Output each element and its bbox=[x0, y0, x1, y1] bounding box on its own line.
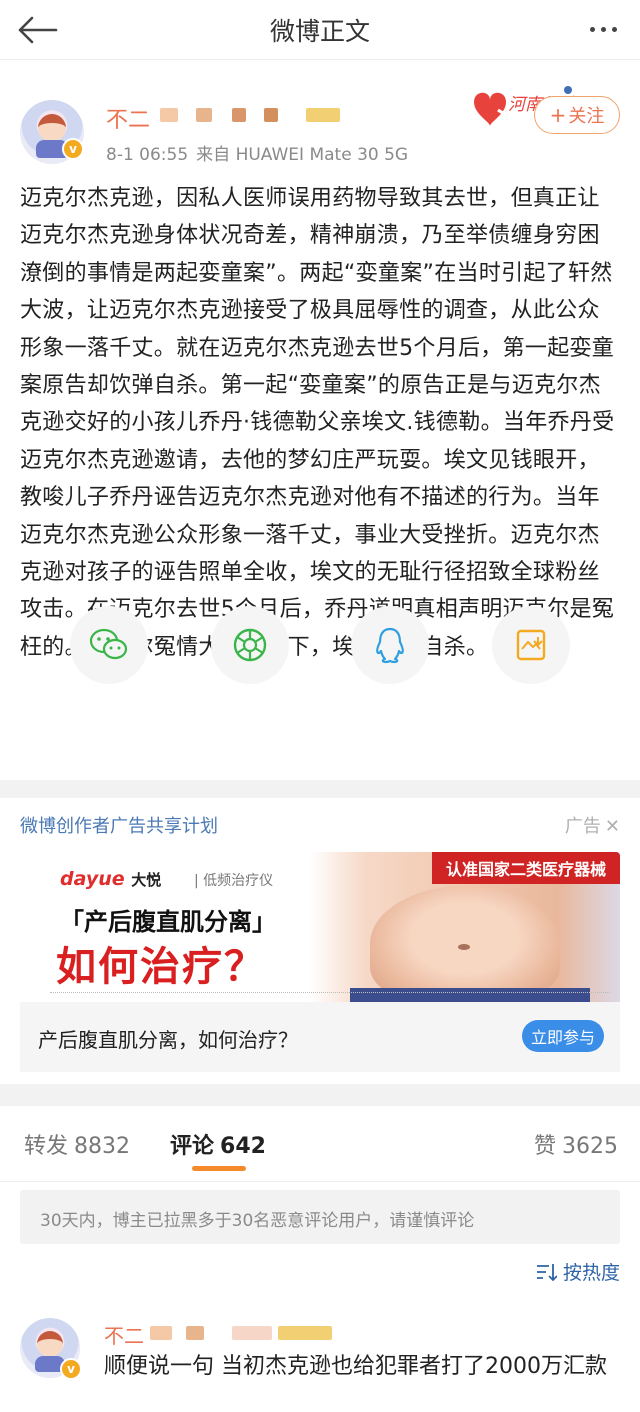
ad-card[interactable]: 微博创作者广告共享计划 广告 ✕ dayue 大悦 | 低频治疗仪 认准国家二类医… bbox=[0, 798, 640, 1078]
sort-by-hot-button[interactable]: 按热度 bbox=[535, 1258, 620, 1285]
save-image-icon bbox=[516, 629, 546, 661]
name-mosaic bbox=[232, 108, 246, 122]
post-meta: 8-1 06:55 来自 HUAWEI Mate 30 5G bbox=[106, 140, 408, 165]
ad-tag[interactable]: 广告 ✕ bbox=[565, 812, 620, 838]
ad-tag-label: 广告 bbox=[564, 816, 601, 837]
post-source: 来自 HUAWEI Mate 30 5G bbox=[196, 145, 409, 165]
more-dot-icon bbox=[589, 26, 595, 32]
name-mosaic bbox=[160, 108, 178, 122]
sort-icon bbox=[536, 1263, 557, 1281]
name-mosaic bbox=[232, 1326, 272, 1340]
follow-label: 关注 bbox=[568, 106, 605, 127]
share-row bbox=[0, 606, 640, 686]
wechat-icon bbox=[89, 628, 128, 660]
notice-text: 30天内，博主已拉黑多于30名恶意评论用户，请谨慎评论 bbox=[40, 1211, 475, 1231]
more-options-button[interactable] bbox=[580, 14, 626, 44]
ad-headline-large: 如何治疗？ bbox=[56, 944, 266, 990]
follow-button[interactable]: + 关注 bbox=[534, 96, 620, 134]
comment-item[interactable]: v 不二 顺便说一句 当初杰克逊也给犯罪者打了2000万汇款 bbox=[0, 1300, 640, 1412]
name-mosaic bbox=[278, 1326, 332, 1340]
post-time: 8-1 06:55 bbox=[106, 145, 189, 165]
ad-image[interactable]: dayue 大悦 | 低频治疗仪 认准国家二类医疗器械 「产后腹直肌分离」 如何… bbox=[20, 852, 620, 1002]
avatar-face bbox=[37, 1331, 63, 1357]
ad-info-bar[interactable]: 产后腹直肌分离，如何治疗？ 立即参与 bbox=[20, 1002, 620, 1072]
section-divider bbox=[0, 1084, 640, 1106]
ad-bar-title: 产后腹直肌分离，如何治疗？ bbox=[38, 1028, 298, 1052]
page-title: 微博正文 bbox=[269, 17, 370, 46]
ad-photo-navel bbox=[458, 944, 470, 950]
name-mosaic bbox=[264, 108, 278, 122]
share-moments-button[interactable] bbox=[211, 606, 289, 684]
author-name[interactable]: 不二 bbox=[106, 102, 150, 134]
moments-icon bbox=[233, 628, 267, 662]
name-mosaic bbox=[306, 108, 340, 122]
ad-brand-logo: dayue 大悦 bbox=[60, 868, 162, 890]
section-divider bbox=[0, 780, 640, 798]
name-mosaic bbox=[150, 1326, 172, 1340]
tab-likes[interactable]: 赞 3625 bbox=[534, 1128, 618, 1160]
close-icon[interactable]: ✕ bbox=[605, 816, 620, 837]
save-image-button[interactable] bbox=[492, 606, 570, 684]
commenter-name[interactable]: 不二 bbox=[104, 1320, 144, 1349]
interaction-tabs: 转发 8832 评论 642 赞 3625 bbox=[0, 1106, 640, 1182]
share-qq-button[interactable] bbox=[351, 606, 429, 684]
ad-banner: 认准国家二类医疗器械 bbox=[432, 852, 620, 884]
comment-text: 顺便说一句 当初杰克逊也给犯罪者打了2000万汇款 bbox=[104, 1354, 607, 1379]
ad-plan-label[interactable]: 微博创作者广告共享计划 bbox=[20, 812, 218, 838]
share-wechat-button[interactable] bbox=[70, 606, 148, 684]
tab-comments[interactable]: 评论 642 bbox=[170, 1128, 266, 1160]
ad-headline: 「产后腹直肌分离」 bbox=[60, 908, 276, 936]
post-content: 迈克尔杰克逊，因私人医师误用药物导致其去世，但真正让迈克尔杰克逊身体状况奇差，精… bbox=[20, 186, 615, 660]
more-dot-icon bbox=[611, 26, 617, 32]
qq-icon bbox=[376, 627, 404, 664]
ad-fine-print bbox=[50, 992, 610, 998]
comment-notice: 30天内，博主已拉黑多于30名恶意评论用户，请谨慎评论 bbox=[20, 1190, 620, 1244]
plus-icon: + bbox=[549, 103, 567, 127]
avatar-face bbox=[38, 114, 66, 142]
verified-badge-icon: v bbox=[60, 1358, 82, 1380]
tab-reposts[interactable]: 转发 8832 bbox=[24, 1128, 130, 1160]
ad-brand-sub: | 低频治疗仪 bbox=[194, 873, 274, 889]
verified-badge-icon: v bbox=[62, 138, 84, 160]
active-tab-indicator bbox=[192, 1166, 246, 1171]
sort-label: 按热度 bbox=[562, 1262, 620, 1284]
name-mosaic bbox=[196, 108, 212, 122]
name-mosaic bbox=[186, 1326, 204, 1340]
ad-cta-button[interactable]: 立即参与 bbox=[522, 1020, 604, 1052]
top-nav-bar: 微博正文 bbox=[0, 0, 640, 60]
more-dot-icon bbox=[600, 26, 606, 32]
